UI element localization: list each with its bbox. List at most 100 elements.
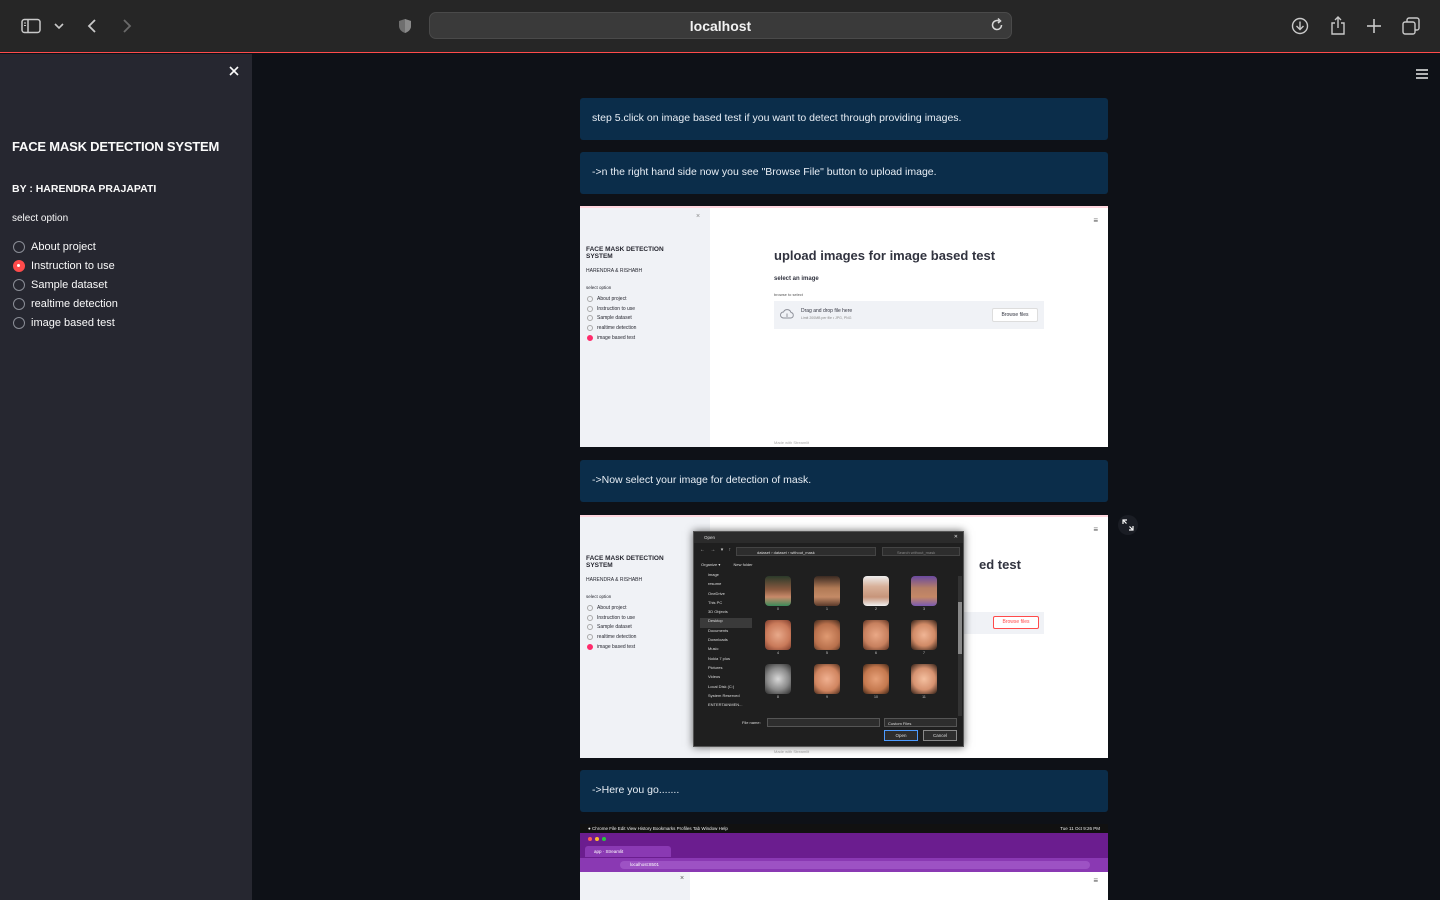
- mini-menu-icon: ≡: [1093, 216, 1098, 225]
- image-thumbnail: 9: [811, 664, 843, 700]
- image-thumbnail: 10: [860, 664, 892, 700]
- radio-button[interactable]: [13, 297, 25, 310]
- radio-button-selected[interactable]: [13, 259, 25, 272]
- dialog-file-name-label: File name:: [742, 720, 761, 725]
- dialog-toolbar: Organize ▾ New folder: [701, 562, 753, 567]
- reload-icon[interactable]: [989, 17, 1005, 33]
- radio-button[interactable]: [13, 316, 25, 329]
- option-radio-group: About project Instruction to use Sample …: [13, 237, 118, 332]
- mini-radio: realtime detection: [587, 323, 636, 333]
- mini-drop-text: Drag and drop file here: [801, 308, 853, 314]
- dialog-nav-pane: image resume OneDrive This PC 3D Objects…: [700, 572, 752, 711]
- mini-chrome-tab: app · Streamlit: [585, 846, 671, 857]
- nav-item: OneDrive: [708, 590, 725, 596]
- browser-toolbar: localhost: [0, 0, 1440, 53]
- address-url[interactable]: localhost: [430, 18, 1011, 34]
- download-icon[interactable]: [1290, 14, 1310, 38]
- mini-radio: About project: [587, 294, 636, 304]
- chevron-down-icon[interactable]: [52, 14, 66, 38]
- dialog-cancel-button: Cancel: [923, 730, 957, 741]
- mini-chrome-addressbar: localhost:8501: [580, 858, 1108, 872]
- hamburger-menu-icon[interactable]: [1416, 66, 1428, 79]
- dialog-new-folder: New folder: [733, 562, 753, 567]
- mini-menu-icon: ≡: [1093, 876, 1098, 885]
- mini-chrome-url: localhost:8501: [620, 861, 1090, 869]
- back-icon[interactable]: [84, 14, 100, 38]
- mini-close-icon: ×: [696, 213, 701, 220]
- nav-item: Videos: [708, 674, 721, 680]
- nav-item-selected: Desktop: [700, 618, 752, 628]
- mini-sidebar: FACE MASK DETECTION SYSTEM HARENDRA & RI…: [580, 517, 710, 758]
- traffic-lights-icon: [588, 837, 606, 841]
- image-thumbnail: 1: [811, 576, 843, 612]
- sidebar-toggle-icon[interactable]: [20, 14, 42, 38]
- nav-item: System Reserved: [708, 692, 740, 698]
- radio-button[interactable]: [13, 240, 25, 253]
- mini-chrome-tabstrip: app · Streamlit: [580, 833, 1108, 858]
- forward-icon[interactable]: [119, 14, 135, 38]
- nav-item: ENTERTAINMEN...: [708, 702, 743, 708]
- mini-mac-menubar: ● Chrome File Edit View History Bookmark…: [580, 824, 1108, 833]
- address-bar[interactable]: localhost: [429, 12, 1012, 39]
- tabs-overview-icon[interactable]: [1401, 14, 1421, 38]
- radio-label: image based test: [31, 316, 115, 329]
- info-box-here-you-go: ->Here you go.......: [580, 770, 1108, 812]
- nav-item: Pictures: [708, 664, 723, 670]
- mini-close-icon: ×: [680, 875, 685, 882]
- mini-radio: Sample dataset: [587, 622, 636, 632]
- file-open-dialog: Open ✕ ← → ▾ ↑ dataset › dataset › witho…: [693, 531, 964, 747]
- dialog-titlebar: Open ✕: [694, 532, 963, 543]
- mini-radio: About project: [587, 603, 636, 613]
- sidebar: FACE MASK DETECTION SYSTEM BY : HARENDRA…: [0, 54, 252, 900]
- radio-label: Instruction to use: [31, 259, 115, 272]
- info-box-step5: step 5.click on image based test if you …: [580, 98, 1108, 140]
- radio-button[interactable]: [13, 278, 25, 291]
- mini-browse-button: Browse files: [992, 308, 1038, 322]
- radio-sample-dataset[interactable]: Sample dataset: [13, 275, 118, 294]
- mini-heading-fragment: ed test: [979, 557, 1021, 572]
- share-icon[interactable]: [1328, 14, 1348, 38]
- main-content: step 5.click on image based test if you …: [252, 54, 1440, 900]
- fullscreen-expand-icon[interactable]: [1118, 515, 1138, 535]
- mini-heading: upload images for image based test: [774, 248, 996, 263]
- nav-item: Downloads: [708, 637, 728, 643]
- select-option-label: select option: [12, 213, 69, 224]
- mini-sidebar: ×: [580, 872, 690, 900]
- dialog-title: Open: [704, 535, 716, 540]
- radio-about-project[interactable]: About project: [13, 237, 118, 256]
- nav-item: Local Disk (C:): [708, 683, 735, 689]
- shield-icon[interactable]: [397, 14, 413, 38]
- radio-instruction-to-use[interactable]: Instruction to use: [13, 256, 118, 275]
- nav-item: 3D Objects: [708, 609, 728, 615]
- image-thumbnail: 4: [762, 620, 794, 656]
- mini-sidebar: × FACE MASK DETECTION SYSTEM HARENDRA & …: [580, 208, 710, 447]
- close-icon[interactable]: [227, 64, 241, 78]
- mini-radio: Instruction to use: [587, 613, 636, 623]
- image-thumbnail: 11: [908, 664, 940, 700]
- mini-radio-group: About project Instruction to use Sample …: [587, 603, 636, 651]
- mini-sidebar-title: FACE MASK DETECTION SYSTEM: [586, 246, 664, 260]
- mini-select-label: select option: [586, 594, 612, 599]
- mini-drop-limit: Limit 200MB per file • JPG, PNG: [801, 316, 852, 320]
- radio-image-based-test[interactable]: image based test: [13, 313, 118, 332]
- dialog-open-button: Open: [884, 730, 918, 741]
- nav-item: resume: [708, 581, 722, 587]
- screenshot-file-dialog: FACE MASK DETECTION SYSTEM HARENDRA & RI…: [580, 515, 1108, 758]
- image-thumbnail: 2: [860, 576, 892, 612]
- new-tab-icon[interactable]: [1364, 14, 1384, 38]
- mini-clock: Tue 11 Oct 9:26 PM: [1060, 826, 1100, 831]
- mini-select-label: select option: [586, 285, 612, 290]
- radio-realtime-detection[interactable]: realtime detection: [13, 294, 118, 313]
- info-box-browse: ->n the right hand side now you see "Bro…: [580, 152, 1108, 194]
- nav-item: image: [708, 572, 719, 577]
- dialog-scrollbar: [958, 576, 962, 716]
- sidebar-title: FACE MASK DETECTION SYSTEM: [12, 139, 220, 154]
- dialog-file-name-input: [767, 718, 880, 727]
- dialog-organize: Organize ▾: [701, 562, 721, 567]
- mini-sidebar-by: HARENDRA & RISHABH: [586, 268, 643, 274]
- dialog-search: Search without_mask: [882, 547, 960, 556]
- image-thumbnail: 3: [908, 576, 940, 612]
- image-thumbnail: 5: [811, 620, 843, 656]
- nav-item: Documents: [708, 627, 729, 633]
- cloud-upload-icon: [780, 309, 794, 319]
